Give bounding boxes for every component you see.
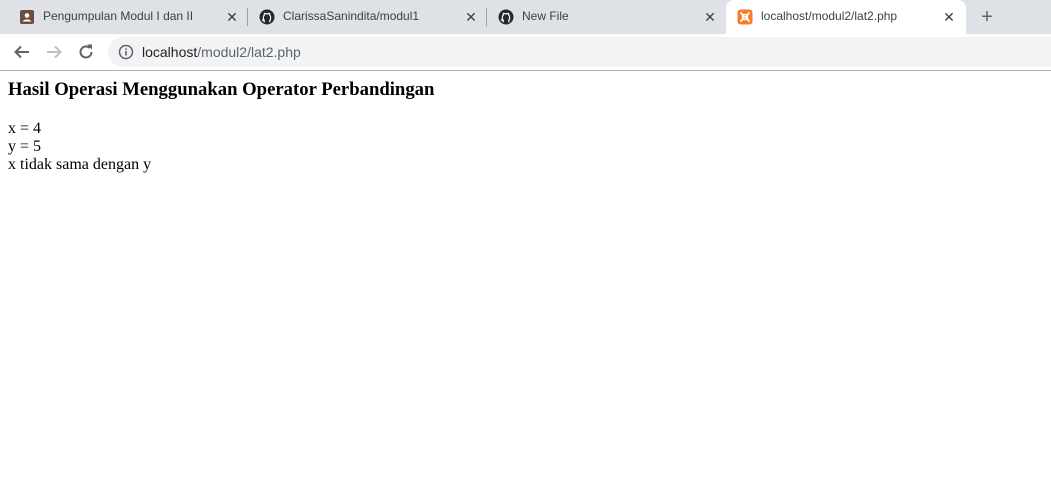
info-icon[interactable] — [118, 44, 134, 60]
close-icon[interactable]: ✕ — [941, 9, 957, 25]
tab-new-file[interactable]: New File ✕ — [487, 0, 726, 34]
xampp-icon — [737, 9, 753, 25]
github-icon — [259, 9, 275, 25]
arrow-right-icon — [47, 45, 62, 59]
tab-github-modul1[interactable]: ClarissaSanindita/modul1 ✕ — [248, 0, 487, 34]
close-icon[interactable]: ✕ — [702, 9, 718, 25]
back-button[interactable] — [10, 40, 34, 64]
tab-title: ClarissaSanindita/modul1 — [283, 9, 420, 23]
tab-strip: Pengumpulan Modul I dan II ✕ ClarissaSan… — [0, 0, 1051, 34]
tab-title: localhost/modul2/lat2.php — [761, 9, 898, 23]
arrow-left-icon — [14, 45, 29, 59]
toolbar: localhost/modul2/lat2.php — [0, 34, 1051, 71]
tab-title: New File — [522, 9, 569, 23]
new-tab-button[interactable]: + — [977, 7, 997, 27]
url-host: localhost — [142, 44, 198, 60]
github-icon — [498, 9, 514, 25]
reload-icon — [79, 44, 93, 59]
forward-button[interactable] — [42, 40, 66, 64]
close-icon[interactable]: ✕ — [224, 9, 240, 25]
close-icon[interactable]: ✕ — [463, 9, 479, 25]
tab-pengumpulan[interactable]: Pengumpulan Modul I dan II ✕ — [8, 0, 248, 34]
url-path: /modul2/lat2.php — [197, 44, 301, 60]
output-line-y: y = 5 — [8, 138, 42, 155]
tab-title: Pengumpulan Modul I dan II — [43, 9, 194, 23]
address-bar[interactable]: localhost/modul2/lat2.php — [108, 37, 1051, 67]
tab-localhost[interactable]: localhost/modul2/lat2.php ✕ — [726, 0, 966, 34]
output-line-result: x tidak sama dengan y — [8, 156, 152, 173]
classroom-icon — [20, 10, 34, 24]
output-line-x: x = 4 — [8, 120, 42, 137]
url-text: localhost/modul2/lat2.php — [142, 44, 301, 60]
reload-button[interactable] — [74, 40, 98, 64]
page-heading: Hasil Operasi Menggunakan Operator Perba… — [8, 79, 435, 100]
